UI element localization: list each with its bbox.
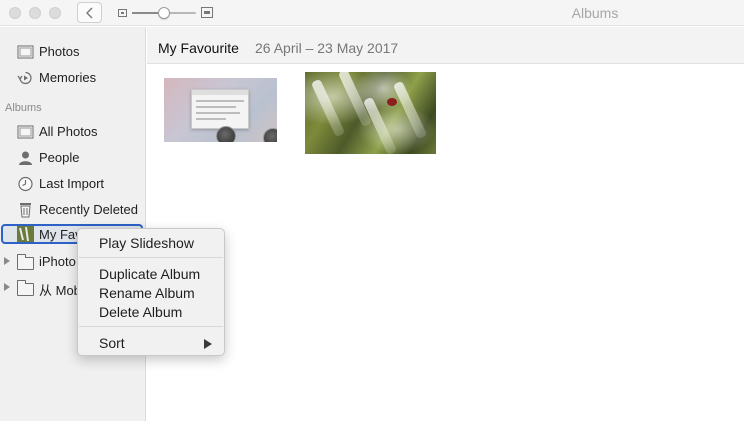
albums-section-header: Albums [5,102,42,114]
menu-item-delete-album[interactable]: Delete Album [78,302,224,321]
folder-icon [17,254,34,270]
album-header: My Favourite 26 April – 23 May 2017 [147,27,744,64]
zoom-window-button[interactable] [49,7,61,19]
chevron-left-icon [86,7,93,19]
thumbnail-window-image [191,89,249,129]
sidebar-item-all-photos[interactable]: All Photos [0,120,146,144]
photo-thumbnail[interactable] [164,78,277,142]
zoom-in-icon[interactable] [201,7,213,18]
album-title: My Favourite [158,40,239,56]
sidebar-item-label: Recently Deleted [39,202,138,217]
zoom-slider[interactable] [132,7,196,19]
thumbnail-disc-image [263,128,277,142]
sidebar-item-people[interactable]: People [0,146,146,170]
sidebar-item-label: Photos [39,44,80,59]
menu-item-label: Play Slideshow [99,235,194,251]
album-icon [17,124,34,140]
menu-item-label: Sort [99,335,125,351]
menu-separator [79,326,223,327]
menu-item-sort[interactable]: Sort [78,333,224,352]
menu-item-rename-album[interactable]: Rename Album [78,283,224,302]
minimize-window-button[interactable] [29,7,41,19]
sidebar-item-label: All Photos [39,124,98,139]
thumbnail-disc-image [216,126,236,142]
sidebar-item-label: Memories [39,70,97,85]
sidebar-item-memories[interactable]: Memories [0,66,146,90]
window-title: Albums [571,5,619,21]
memories-icon [17,70,34,86]
back-button[interactable] [77,2,102,23]
folder-icon [17,280,34,296]
album-date-range: 26 April – 23 May 2017 [255,40,399,56]
sidebar-item-recently-deleted[interactable]: Recently Deleted [0,198,146,222]
sidebar: Photos Memories Albums All Photos People… [0,27,146,421]
menu-item-label: Delete Album [99,304,183,320]
sidebar-item-label: Last Import [39,176,105,191]
photos-icon [17,44,34,60]
menu-item-label: Rename Album [99,285,195,301]
disclosure-triangle-icon[interactable] [4,257,10,265]
sidebar-item-label: iPhoto [39,254,76,269]
album-context-menu: Play Slideshow Duplicate Album Rename Al… [77,228,225,356]
zoom-slider-knob[interactable] [158,7,170,19]
close-window-button[interactable] [9,7,21,19]
sidebar-item-last-import[interactable]: Last Import [0,172,146,196]
title-bar: Albums [0,0,744,26]
photo-thumbnail[interactable] [305,72,436,154]
trash-icon [17,202,34,218]
disclosure-triangle-icon[interactable] [4,283,10,291]
sidebar-item-photos[interactable]: Photos [0,40,146,64]
sidebar-item-label: People [39,150,80,165]
menu-item-duplicate-album[interactable]: Duplicate Album [78,264,224,283]
submenu-arrow-icon [204,339,212,349]
clock-icon [17,176,34,192]
menu-separator [79,257,223,258]
menu-item-label: Duplicate Album [99,266,201,282]
person-icon [17,150,34,166]
menu-item-play-slideshow[interactable]: Play Slideshow [78,233,224,252]
zoom-out-icon[interactable] [118,9,127,17]
album-thumbnail-icon [17,226,34,242]
thumbnail-bird-image [387,98,397,106]
